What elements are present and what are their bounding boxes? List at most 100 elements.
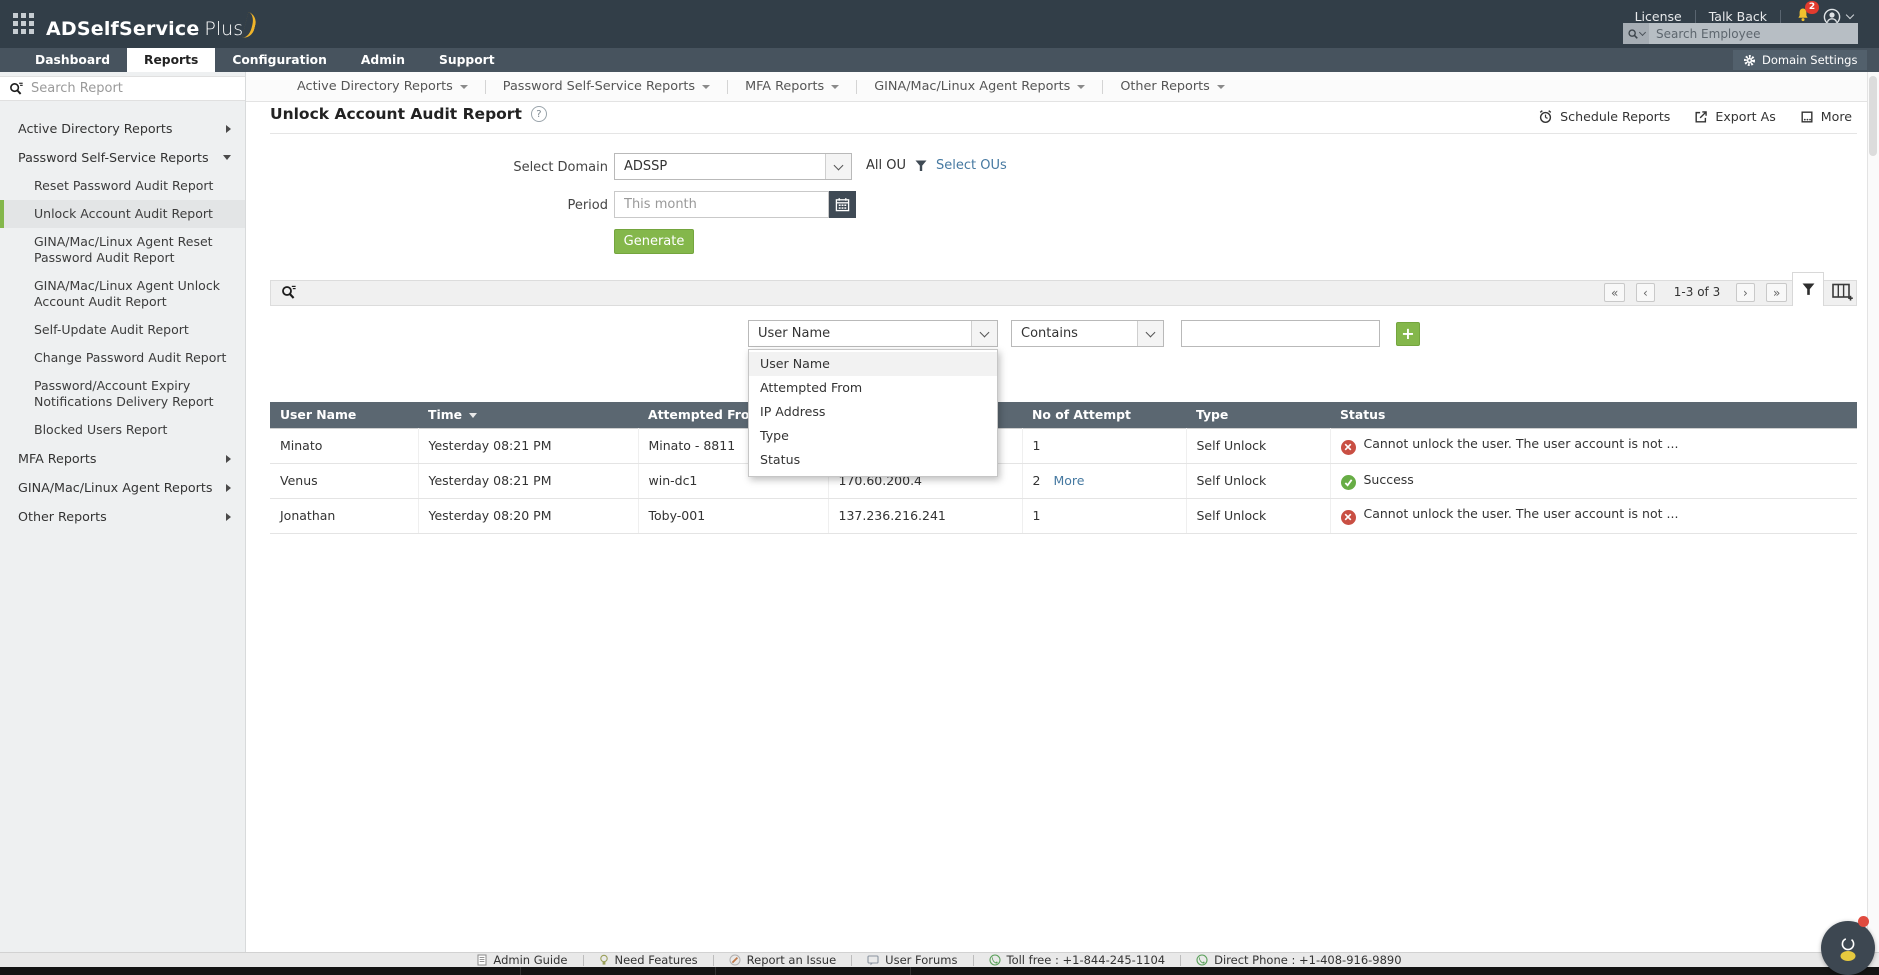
tab-admin[interactable]: Admin <box>344 48 422 72</box>
help-icon[interactable]: ? <box>530 106 547 122</box>
sidebar-item-gina-unlock-account-audit-report[interactable]: GINA/Mac/Linux Agent Unlock Account Audi… <box>0 272 245 316</box>
sidebar-item-change-password-audit-report[interactable]: Change Password Audit Report <box>0 344 245 372</box>
chevron-down-icon <box>979 327 990 337</box>
period-input[interactable] <box>614 191 829 218</box>
user-forums-link[interactable]: User Forums <box>852 953 972 967</box>
need-features-link[interactable]: Need Features <box>584 953 713 967</box>
page-actions: Schedule Reports Export As More <box>1538 109 1852 124</box>
filter-operator-dropdown[interactable]: Contains <box>1011 320 1164 347</box>
chevron-down-icon <box>1145 327 1156 337</box>
col-status[interactable]: Status <box>1330 402 1857 428</box>
admin-guide-link[interactable]: Admin Guide <box>462 953 582 967</box>
app-window: ADSelfService Plus License Talk Back 2 S… <box>0 0 1879 975</box>
column-label: Type <box>1196 407 1229 423</box>
error-status-icon <box>1340 509 1356 525</box>
generate-button[interactable]: Generate <box>614 229 694 254</box>
sort-desc-icon[interactable] <box>469 413 478 419</box>
tab-support[interactable]: Support <box>422 48 512 72</box>
audit-report-table: User Name Time Attempted From IP Address… <box>270 402 1857 534</box>
option-type[interactable]: Type <box>749 424 997 448</box>
table-header-row: User Name Time Attempted From IP Address… <box>270 402 1857 428</box>
schedule-reports-button[interactable]: Schedule Reports <box>1538 109 1670 124</box>
domain-settings-button[interactable]: Domain Settings <box>1733 50 1868 70</box>
dropdown-chevron <box>825 154 851 179</box>
option-user-name[interactable]: User Name <box>749 352 997 376</box>
add-filter-button[interactable]: + <box>1396 322 1420 346</box>
nav-item-label: GINA/Mac/Linux Agent Reports <box>874 79 1071 94</box>
cell-attempts: 1 <box>1022 427 1187 464</box>
report-search-input[interactable] <box>31 81 236 96</box>
funnel-icon <box>1802 283 1814 295</box>
cell-time: Yesterday 08:21 PM <box>418 463 639 499</box>
search-filter-icon <box>282 285 296 299</box>
toll-free-phone[interactable]: Toll free : +1-844-245-1104 <box>974 953 1181 967</box>
chevron-right-icon <box>226 512 231 521</box>
sidebar-item-gina-reset-password-audit-report[interactable]: GINA/Mac/Linux Agent Reset Password Audi… <box>0 228 245 272</box>
sidebar-item-self-update-audit-report[interactable]: Self-Update Audit Report <box>0 316 245 344</box>
tab-configuration[interactable]: Configuration <box>215 48 344 72</box>
column-chooser-button[interactable] <box>1832 283 1854 304</box>
sidebar-group-gina-mac-linux-agent-reports[interactable]: GINA/Mac/Linux Agent Reports <box>0 473 245 502</box>
sidebar-item-blocked-users-report[interactable]: Blocked Users Report <box>0 416 245 444</box>
filter-field-options-panel: User Name Attempted From IP Address Type… <box>748 349 998 477</box>
tab-dashboard[interactable]: Dashboard <box>18 48 127 72</box>
footer-link-label: User Forums <box>885 953 958 967</box>
divider <box>1780 9 1781 24</box>
divider <box>910 967 911 975</box>
col-type[interactable]: Type <box>1186 402 1330 428</box>
pagination-last-button[interactable]: » <box>1766 283 1788 302</box>
scrollbar-thumb[interactable] <box>1869 76 1877 156</box>
pagination-first-button[interactable]: « <box>1604 283 1626 302</box>
more-button[interactable]: More <box>1800 109 1852 124</box>
sidebar-group-other-reports[interactable]: Other Reports <box>0 502 245 531</box>
apps-grid-icon[interactable] <box>13 13 35 35</box>
direct-phone[interactable]: Direct Phone : +1-408-916-9890 <box>1181 953 1416 967</box>
sidebar-group-active-directory-reports[interactable]: Active Directory Reports <box>0 114 245 143</box>
scrollbar-track[interactable] <box>1867 72 1879 952</box>
nav-password-self-service-reports[interactable]: Password Self-Service Reports <box>486 72 727 102</box>
export-as-button[interactable]: Export As <box>1694 109 1776 124</box>
nav-gina-mac-linux-agent-reports[interactable]: GINA/Mac/Linux Agent Reports <box>857 72 1102 102</box>
filter-toggle-button[interactable] <box>1792 272 1824 306</box>
tab-reports[interactable]: Reports <box>127 48 216 72</box>
employee-search-icon[interactable] <box>1623 23 1649 44</box>
group-label: GINA/Mac/Linux Agent Reports <box>18 480 213 495</box>
nav-item-label: Active Directory Reports <box>297 79 453 94</box>
col-time[interactable]: Time <box>418 402 638 428</box>
license-link[interactable]: License <box>1622 9 1695 24</box>
sidebar-item-unlock-account-audit-report[interactable]: Unlock Account Audit Report <box>0 200 245 228</box>
sidebar-item-password-account-expiry-notifications-delivery-report[interactable]: Password/Account Expiry Notifications De… <box>0 372 245 416</box>
option-ip-address[interactable]: IP Address <box>749 400 997 424</box>
more-attempts-link[interactable]: More <box>1053 473 1084 488</box>
employee-search-input[interactable] <box>1649 23 1858 44</box>
sidebar-group-mfa-reports[interactable]: MFA Reports <box>0 444 245 473</box>
pagination-prev-button[interactable]: ‹ <box>1636 283 1655 302</box>
option-status[interactable]: Status <box>749 448 997 472</box>
domain-settings-label: Domain Settings <box>1762 53 1858 67</box>
filter-field-dropdown[interactable]: User Name <box>748 320 998 347</box>
column-label: No of Attempt <box>1032 407 1131 423</box>
select-ous-link[interactable]: Select OUs <box>936 158 1007 173</box>
pagination-range: 1-3 of 3 <box>1673 285 1721 299</box>
pagination-next-button[interactable]: › <box>1736 283 1755 302</box>
calendar-button[interactable] <box>829 191 856 218</box>
nav-item-label: Password Self-Service Reports <box>502 79 696 94</box>
talkback-link[interactable]: Talk Back <box>1696 9 1780 24</box>
chevron-down-icon <box>223 155 231 160</box>
nav-mfa-reports[interactable]: MFA Reports <box>728 72 856 102</box>
sidebar-item-reset-password-audit-report[interactable]: Reset Password Audit Report <box>0 172 245 200</box>
sidebar-group-password-self-service-reports[interactable]: Password Self-Service Reports <box>0 143 245 172</box>
option-attempted-from[interactable]: Attempted From <box>749 376 997 400</box>
filter-value-input[interactable] <box>1181 320 1380 347</box>
col-user-name[interactable]: User Name <box>270 402 418 428</box>
column-label: Status <box>1340 407 1386 423</box>
col-no-of-attempt[interactable]: No of Attempt <box>1022 402 1186 428</box>
grid-search-toggle[interactable] <box>281 284 297 303</box>
nav-active-directory-reports[interactable]: Active Directory Reports <box>280 72 485 102</box>
cell-user-name: Jonathan <box>270 498 419 534</box>
nav-other-reports[interactable]: Other Reports <box>1103 72 1242 102</box>
chat-support-widget[interactable] <box>1821 921 1875 975</box>
cell-time: Yesterday 08:20 PM <box>418 498 639 534</box>
report-an-issue-link[interactable]: Report an Issue <box>714 953 852 967</box>
select-domain-dropdown[interactable]: ADSSP <box>614 153 852 180</box>
